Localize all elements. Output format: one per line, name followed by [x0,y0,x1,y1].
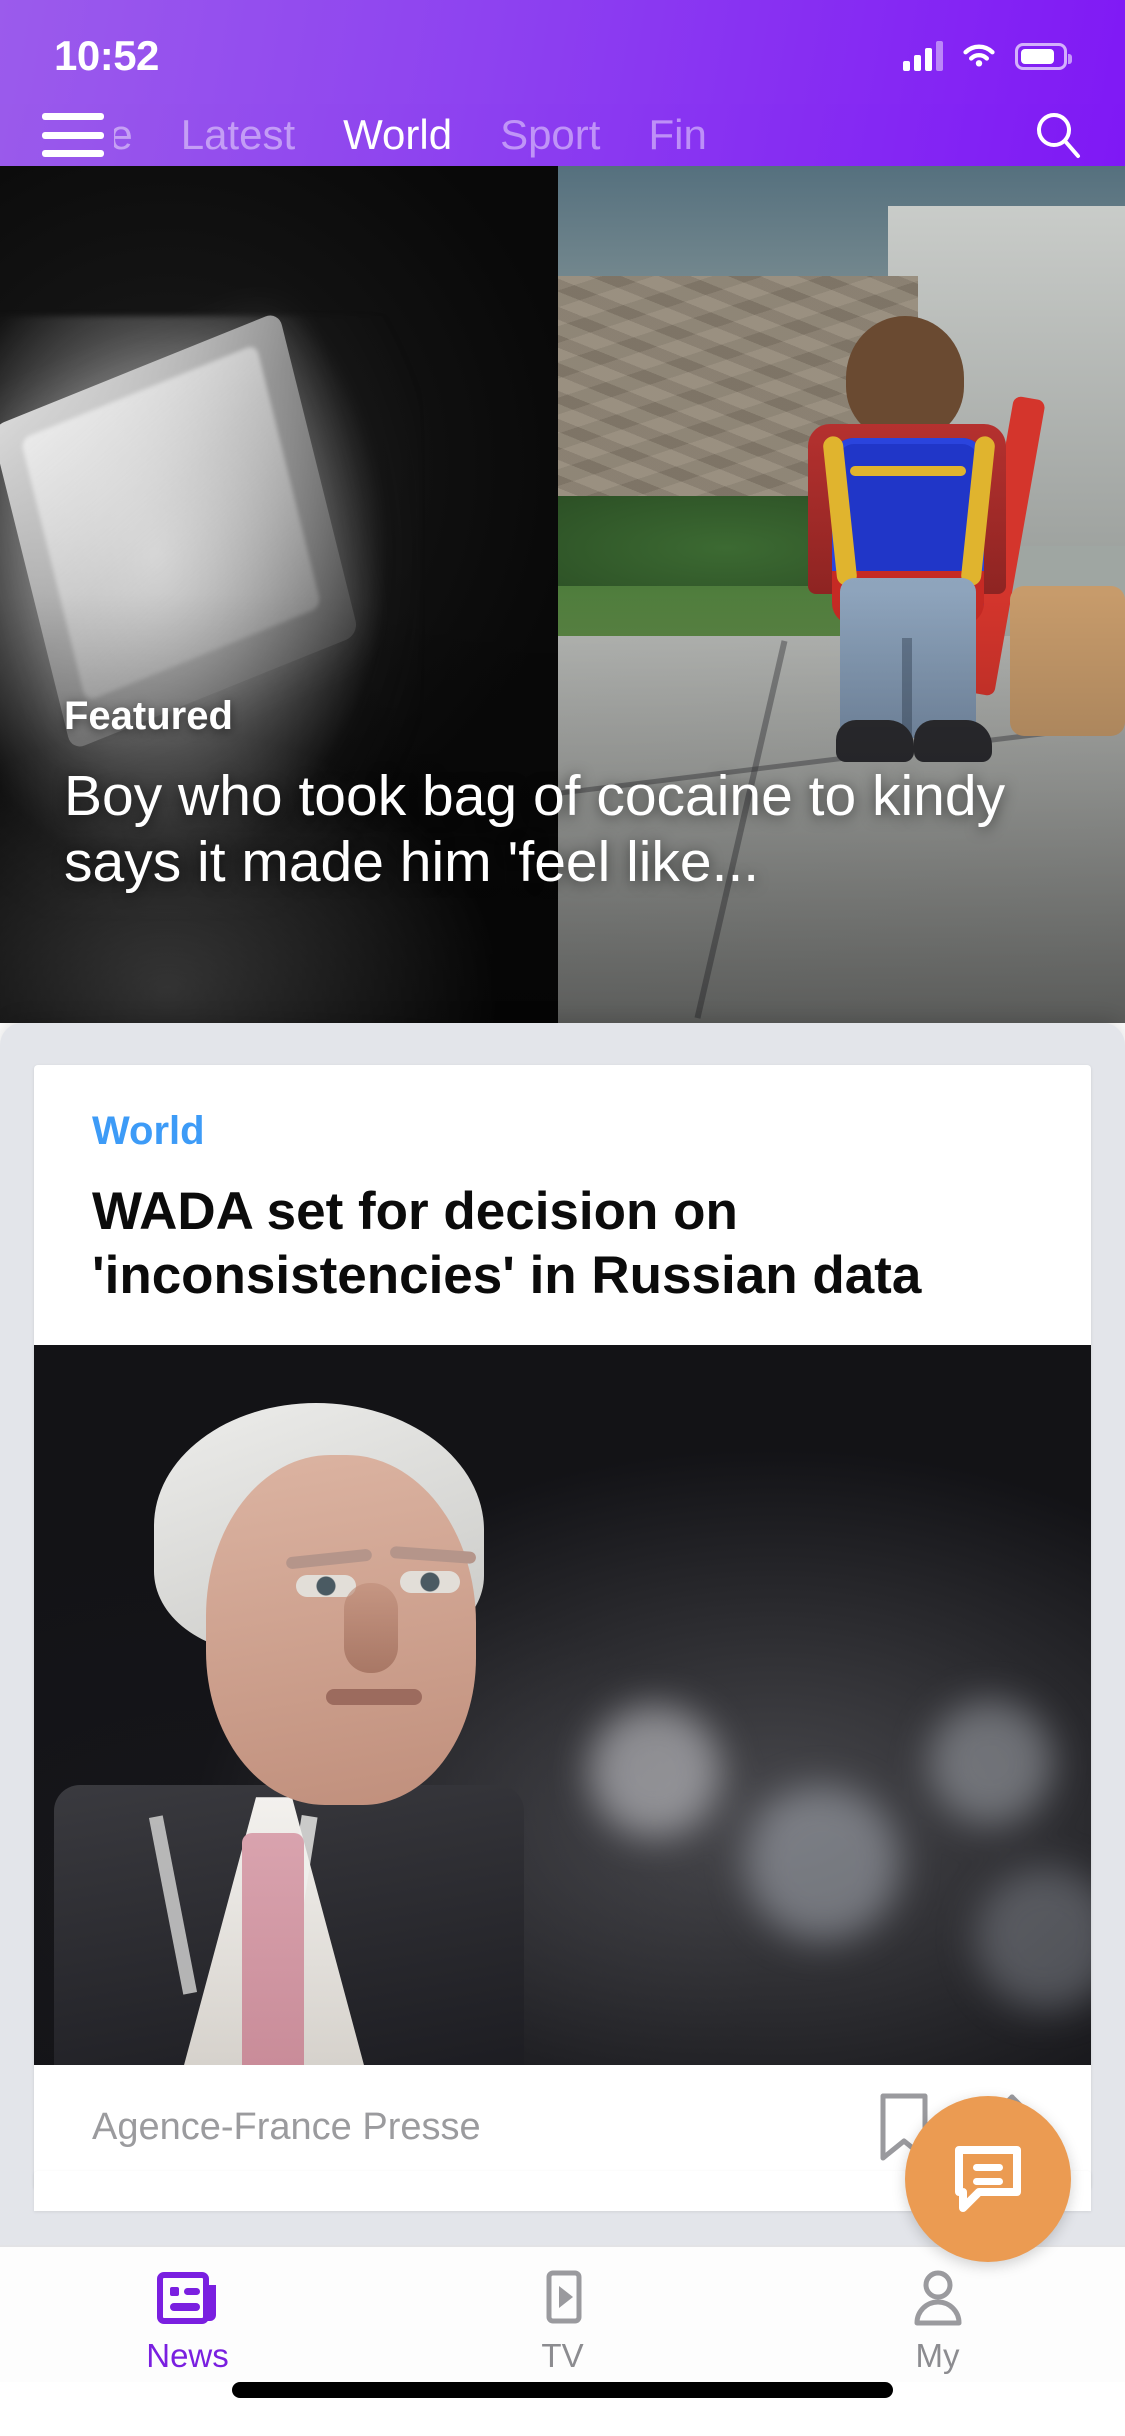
newspaper-icon [156,2272,216,2324]
tv-play-icon [546,2270,581,2324]
top-navigation-bar: ne Latest World Sport Fin [0,104,1125,166]
hamburger-menu-icon[interactable] [42,113,104,157]
article-feed-sheet: World WADA set for decision on 'inconsis… [0,1023,1125,2245]
tab-home[interactable]: ne [114,104,157,166]
chat-fab-button[interactable] [905,2096,1071,2262]
article-card-header: World WADA set for decision on 'inconsis… [34,1065,1091,1345]
status-bar-indicators [903,41,1072,71]
battery-icon [1015,42,1072,70]
tab-finance[interactable]: Fin [624,104,730,166]
status-bar-clock: 10:52 [54,32,159,79]
tab-sport[interactable]: Sport [476,104,624,166]
hero-kicker: Featured [64,693,233,738]
bottom-nav-label-news: News [146,2337,229,2374]
search-icon[interactable] [1027,104,1089,166]
tab-latest[interactable]: Latest [157,104,319,166]
bottom-navigation-bar: News TV My [0,2245,1125,2382]
cellular-signal-icon [903,41,943,71]
home-indicator[interactable] [232,2382,893,2398]
bottom-nav-item-news[interactable]: News [0,2247,375,2375]
category-tab-strip[interactable]: ne Latest World Sport Fin [114,104,1027,166]
hero-text-block: Featured Boy who took bag of cocaine to … [64,694,1074,895]
chat-bubble-icon [955,2146,1021,2212]
person-icon [914,2270,961,2326]
article-category-label[interactable]: World [92,1109,1033,1154]
bottom-nav-label-my: My [915,2337,960,2374]
tab-world[interactable]: World [319,104,476,166]
article-source: Agence-France Presse [92,2105,481,2148]
article-headline[interactable]: WADA set for decision on 'inconsistencie… [92,1180,1033,1307]
bottom-nav-item-my[interactable]: My [750,2247,1125,2375]
app-screen: 10:52 ne Latest World Sport Fin [0,0,1125,2436]
article-card[interactable]: World WADA set for decision on 'inconsis… [34,1065,1091,2190]
wifi-icon [963,44,995,67]
article-image[interactable] [34,1345,1091,2066]
hero-headline[interactable]: Boy who took bag of cocaine to kindy say… [64,763,1074,895]
bottom-nav-item-tv[interactable]: TV [375,2247,750,2375]
bottom-nav-label-tv: TV [541,2337,584,2374]
featured-hero-card[interactable]: Featured Boy who took bag of cocaine to … [0,166,1125,1023]
status-bar: 10:52 [0,0,1125,108]
